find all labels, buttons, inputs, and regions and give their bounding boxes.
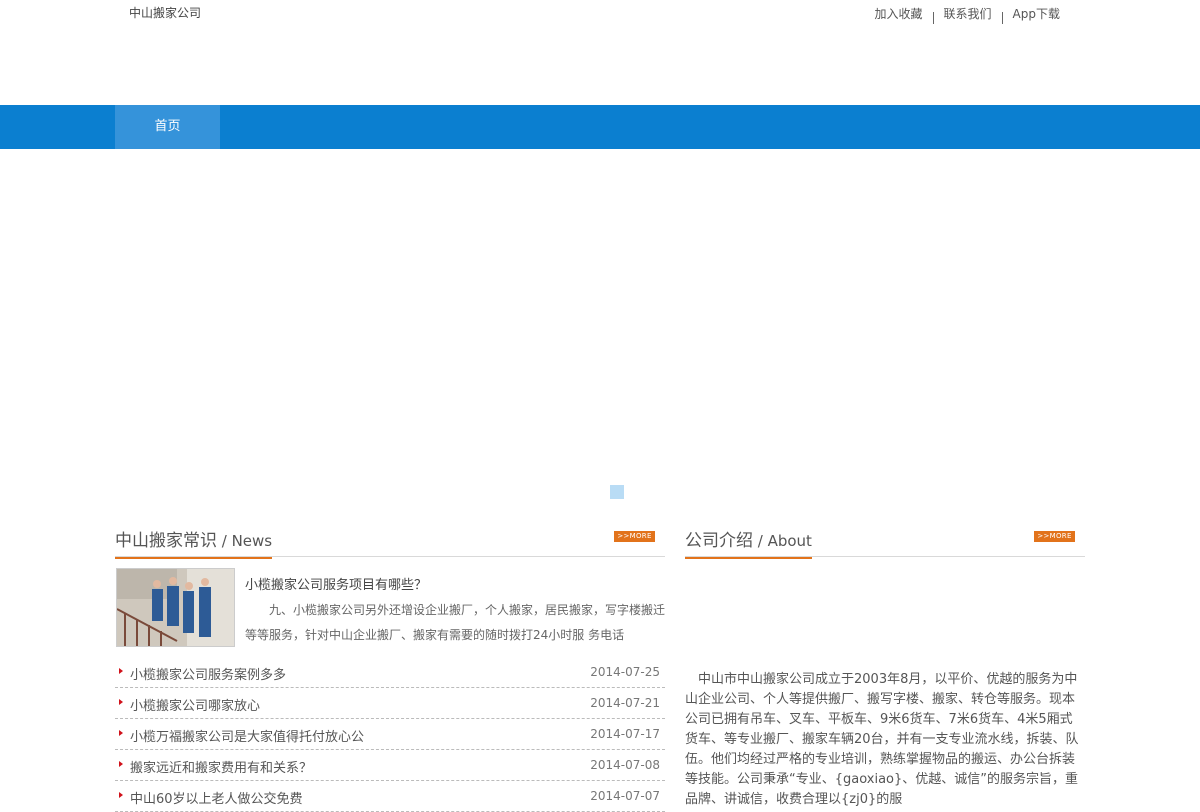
add-favorite-link[interactable]: 加入收藏 xyxy=(875,5,923,22)
news-title-cn: 中山搬家常识 xyxy=(115,531,217,551)
about-title: 公司介绍 / About xyxy=(685,526,812,559)
news-more-button[interactable]: >>MORE xyxy=(614,531,655,542)
app-download-link[interactable]: App下载 xyxy=(1013,5,1060,22)
about-more-button[interactable]: >>MORE xyxy=(1034,531,1075,542)
news-item-title[interactable]: 小榄万福搬家公司是大家值得托付放心公 xyxy=(130,726,364,745)
top-header: 中山搬家公司 加入收藏 联系我们 App下载 xyxy=(0,0,1200,104)
link-divider xyxy=(1001,11,1003,24)
link-divider xyxy=(932,11,934,24)
news-item-title[interactable]: 中山60岁以上老人做公交免费 xyxy=(130,788,303,807)
news-item-title[interactable]: 小榄搬家公司服务案例多多 xyxy=(130,664,286,683)
featured-news-summary: 九、小榄搬家公司另外还增设企业搬厂，个人搬家，居民搬家，写字楼搬迁等等服务，针对… xyxy=(245,603,666,642)
bullet-arrow-icon xyxy=(119,730,123,736)
news-header: 中山搬家常识 / News >>MORE xyxy=(115,522,665,559)
news-item-title[interactable]: 搬家远近和搬家费用有和关系？ xyxy=(130,757,312,776)
bullet-arrow-icon xyxy=(119,699,123,705)
about-header: 公司介绍 / About >>MORE xyxy=(685,522,1085,559)
news-item-date: 2014-07-08 xyxy=(590,758,660,772)
movers-photo-icon xyxy=(117,569,234,646)
news-list-item[interactable]: 小榄搬家公司服务案例多多 2014-07-25 xyxy=(115,657,665,688)
slider-dot[interactable] xyxy=(610,485,624,499)
news-list-item[interactable]: 小榄万福搬家公司是大家值得托付放心公 2014-07-17 xyxy=(115,719,665,750)
news-list-item[interactable]: 中山60岁以上老人做公交免费 2014-07-07 xyxy=(115,781,665,812)
featured-news-title[interactable]: 小榄搬家公司服务项目有哪些？ xyxy=(245,574,427,593)
bullet-arrow-icon xyxy=(119,761,123,767)
featured-news: 小榄搬家公司服务项目有哪些？ 九、小榄搬家公司另外还增设企业搬厂，个人搬家，居民… xyxy=(115,568,665,648)
about-description: 中山市中山搬家公司成立于2003年8月，以平价、优越的服务为中山企业公司、个人等… xyxy=(685,672,1079,807)
banner-slider xyxy=(0,149,1200,515)
bullet-arrow-icon xyxy=(119,668,123,674)
news-title-en: / News xyxy=(217,532,273,550)
news-item-date: 2014-07-25 xyxy=(590,665,660,679)
news-title: 中山搬家常识 / News xyxy=(115,526,273,559)
about-title-cn: 公司介绍 xyxy=(685,531,753,551)
news-item-date: 2014-07-17 xyxy=(590,727,660,741)
top-links: 加入收藏 联系我们 App下载 xyxy=(875,5,1060,24)
news-item-date: 2014-07-07 xyxy=(590,789,660,803)
about-title-en: / About xyxy=(753,532,812,550)
site-title[interactable]: 中山搬家公司 xyxy=(129,4,201,21)
featured-news-thumbnail[interactable] xyxy=(116,568,235,647)
news-list-item[interactable]: 搬家远近和搬家费用有和关系？ 2014-07-08 xyxy=(115,750,665,781)
news-item-title[interactable]: 小榄搬家公司哪家放心 xyxy=(130,695,260,714)
contact-us-link[interactable]: 联系我们 xyxy=(944,5,992,22)
nav-item-home[interactable]: 首页 xyxy=(115,105,220,149)
main-nav: 首页 xyxy=(0,105,1200,149)
news-item-date: 2014-07-21 xyxy=(590,696,660,710)
bullet-arrow-icon xyxy=(119,792,123,798)
news-list: 小榄搬家公司服务案例多多 2014-07-25 小榄搬家公司哪家放心 2014-… xyxy=(115,657,665,812)
news-list-item[interactable]: 小榄搬家公司哪家放心 2014-07-21 xyxy=(115,688,665,719)
